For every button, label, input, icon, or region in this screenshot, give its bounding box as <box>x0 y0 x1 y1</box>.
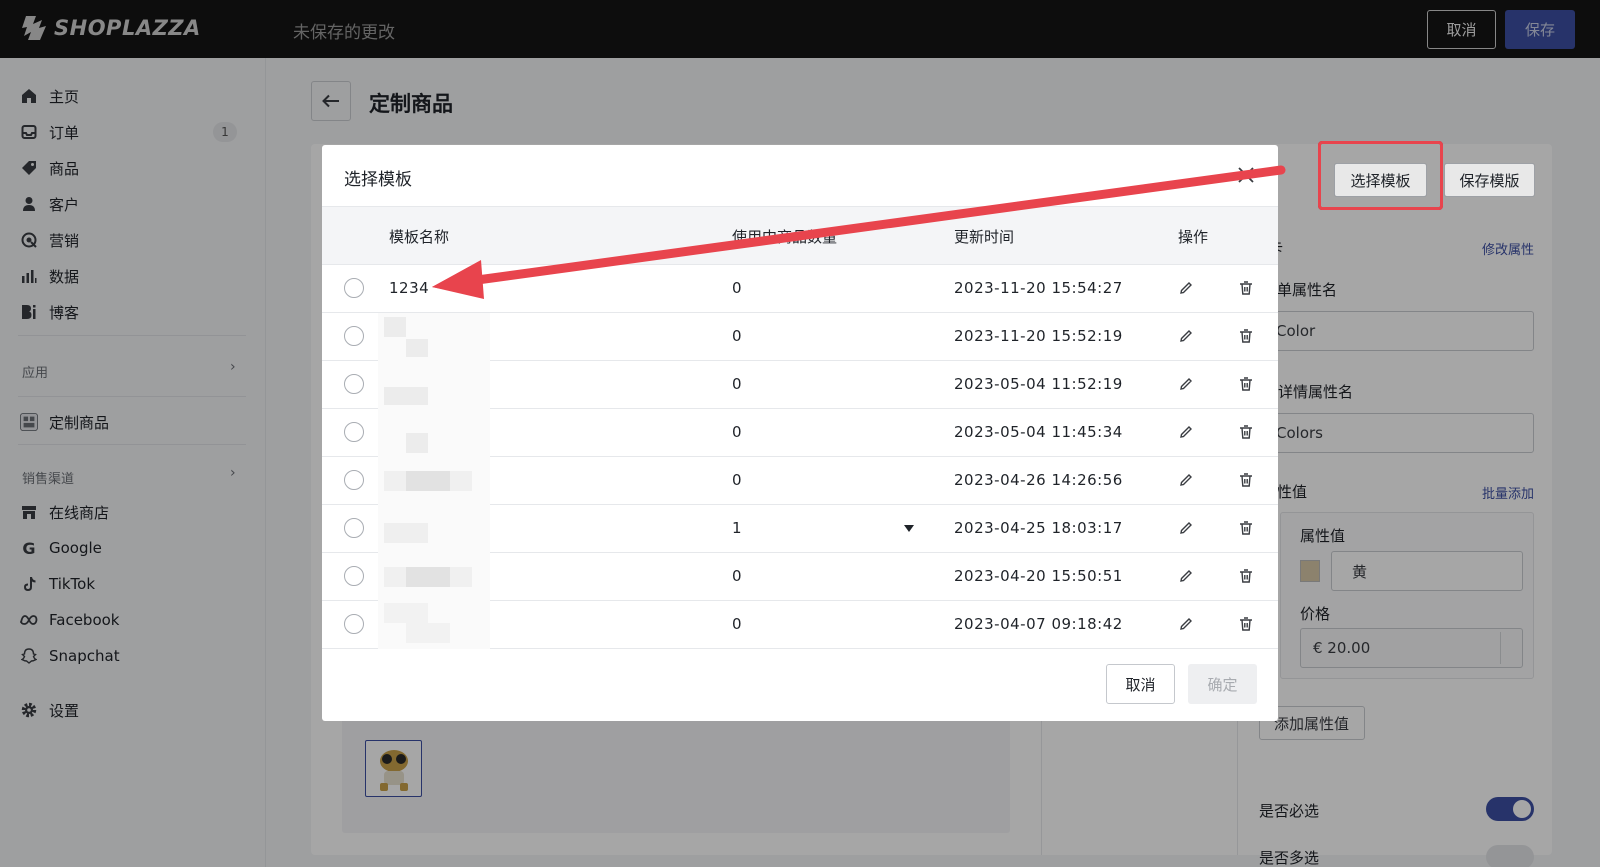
annotation-highlight-box <box>1318 141 1443 210</box>
trash-icon[interactable] <box>1238 424 1254 440</box>
trash-icon[interactable] <box>1238 616 1254 632</box>
updated-time: 2023-04-07 09:18:42 <box>954 615 1123 633</box>
pencil-icon[interactable] <box>1178 376 1194 392</box>
table-row[interactable]: 0 2023-04-20 15:50:51 <box>322 553 1278 601</box>
modal-cancel-button[interactable]: 取消 <box>1106 664 1175 704</box>
template-name: 1234 <box>389 279 430 297</box>
table-row[interactable]: 1 2023-04-25 18:03:17 <box>322 505 1278 553</box>
save-template-button-dimmed[interactable]: 保存模版 <box>1444 163 1535 197</box>
table-row[interactable]: 0 2023-04-26 14:26:56 <box>322 457 1278 505</box>
modal-title: 选择模板 <box>344 170 412 190</box>
modal-confirm-button[interactable]: 确定 <box>1188 664 1257 704</box>
blurred-template-name <box>378 553 490 601</box>
row-radio[interactable] <box>344 470 364 490</box>
pencil-icon[interactable] <box>1178 568 1194 584</box>
usage-count: 0 <box>732 567 743 585</box>
updated-time: 2023-11-20 15:52:19 <box>954 327 1123 345</box>
blurred-template-name <box>378 457 490 505</box>
table-row[interactable]: 0 2023-05-04 11:52:19 <box>322 361 1278 409</box>
trash-icon[interactable] <box>1238 328 1254 344</box>
blurred-template-name <box>378 361 490 409</box>
trash-icon[interactable] <box>1238 568 1254 584</box>
pencil-icon[interactable] <box>1178 424 1194 440</box>
pencil-icon[interactable] <box>1178 328 1194 344</box>
close-icon[interactable] <box>1236 165 1256 185</box>
updated-time: 2023-04-26 14:26:56 <box>954 471 1123 489</box>
usage-count: 0 <box>732 279 743 297</box>
column-header-actions: 操作 <box>1178 228 1209 246</box>
trash-icon[interactable] <box>1238 520 1254 536</box>
row-radio[interactable] <box>344 278 364 298</box>
table-header: 模板名称 使用中商品数量 更新时间 操作 <box>322 207 1278 265</box>
row-radio[interactable] <box>344 422 364 442</box>
blurred-template-name <box>378 313 490 361</box>
usage-count: 0 <box>732 615 743 633</box>
usage-count: 0 <box>732 423 743 441</box>
updated-time: 2023-04-20 15:50:51 <box>954 567 1123 585</box>
blurred-template-name <box>378 409 490 457</box>
table-row[interactable]: 1234 0 2023-11-20 15:54:27 <box>322 265 1278 313</box>
caret-down-icon[interactable] <box>904 525 914 532</box>
pencil-icon[interactable] <box>1178 520 1194 536</box>
updated-time: 2023-05-04 11:52:19 <box>954 375 1123 393</box>
column-header-updated-time: 更新时间 <box>954 228 1015 246</box>
pencil-icon[interactable] <box>1178 472 1194 488</box>
trash-icon[interactable] <box>1238 472 1254 488</box>
updated-time: 2023-04-25 18:03:17 <box>954 519 1123 537</box>
table-row[interactable]: 0 2023-05-04 11:45:34 <box>322 409 1278 457</box>
column-header-usage-count: 使用中商品数量 <box>732 228 838 246</box>
pencil-icon[interactable] <box>1178 616 1194 632</box>
usage-count: 0 <box>732 327 743 345</box>
row-radio[interactable] <box>344 374 364 394</box>
row-radio[interactable] <box>344 566 364 586</box>
usage-count: 0 <box>732 471 743 489</box>
row-radio[interactable] <box>344 518 364 538</box>
blurred-template-name <box>378 505 490 553</box>
pencil-icon[interactable] <box>1178 280 1194 296</box>
select-template-modal: 选择模板 模板名称 使用中商品数量 更新时间 操作 1234 0 2023-11… <box>322 145 1278 721</box>
updated-time: 2023-05-04 11:45:34 <box>954 423 1123 441</box>
trash-icon[interactable] <box>1238 280 1254 296</box>
table-row[interactable]: 0 2023-11-20 15:52:19 <box>322 313 1278 361</box>
table-row[interactable]: 0 2023-04-07 09:18:42 <box>322 601 1278 649</box>
usage-count: 1 <box>732 519 743 537</box>
row-radio[interactable] <box>344 614 364 634</box>
row-radio[interactable] <box>344 326 364 346</box>
usage-count: 0 <box>732 375 743 393</box>
column-header-name: 模板名称 <box>389 228 450 246</box>
blurred-template-name <box>378 601 490 649</box>
updated-time: 2023-11-20 15:54:27 <box>954 279 1123 297</box>
trash-icon[interactable] <box>1238 376 1254 392</box>
